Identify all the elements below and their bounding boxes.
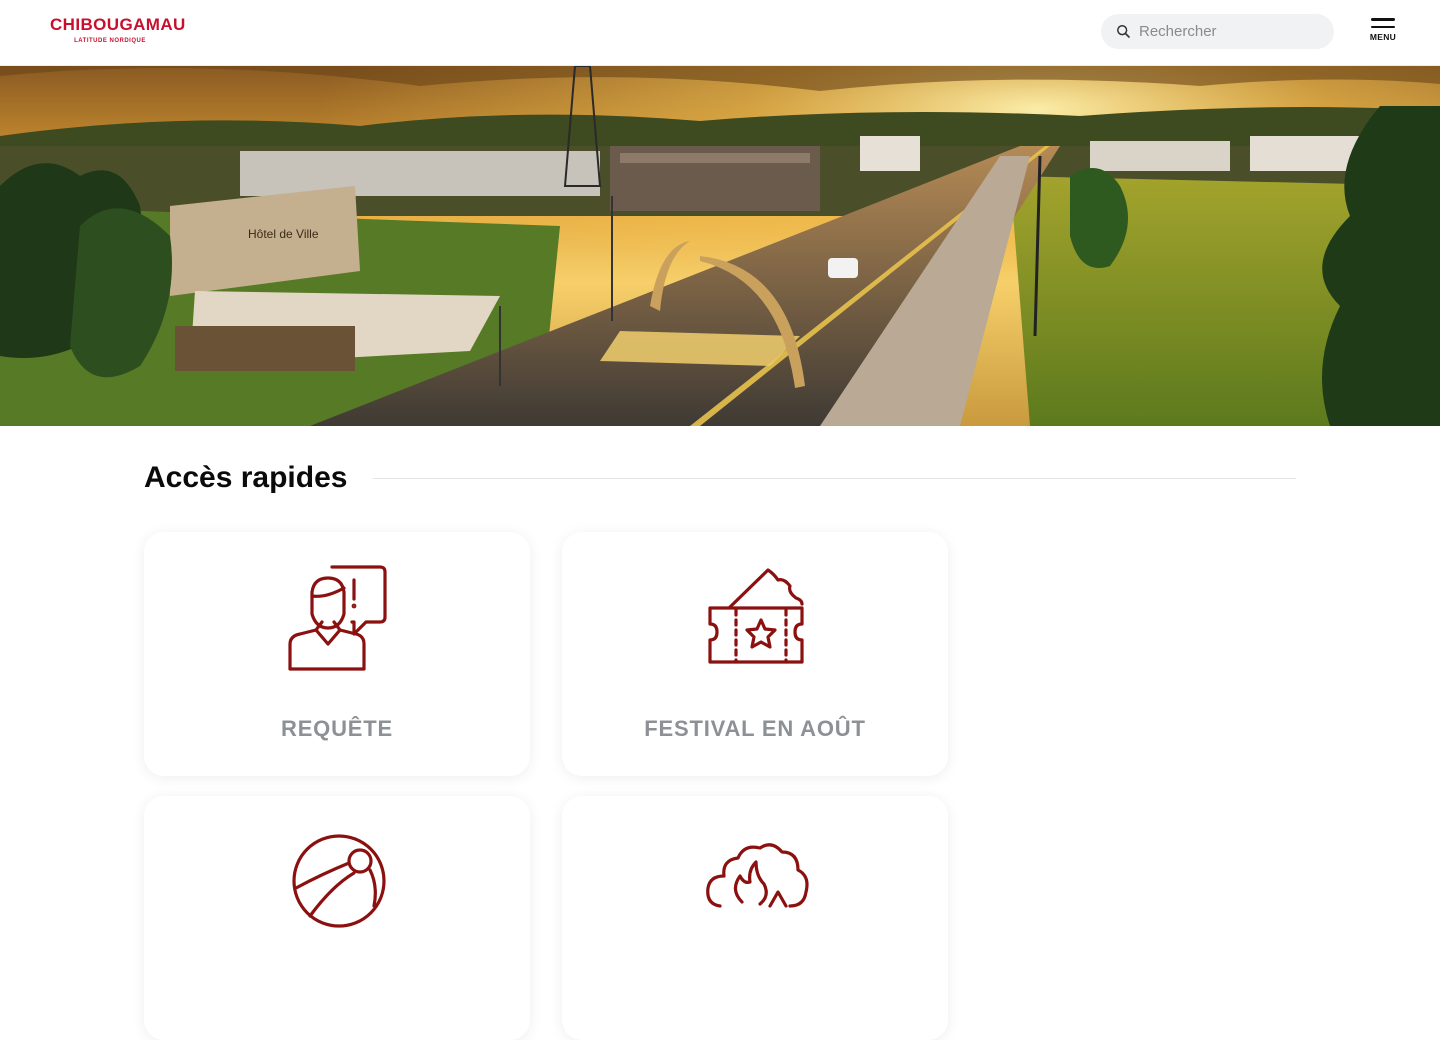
quick-access-card-fire[interactable] [562,796,948,1040]
site-logo[interactable]: CHIBOUGAMAU LATITUDE NORDIQUE [50,15,186,48]
beach-ball-icon [292,834,386,928]
section-divider [373,478,1296,479]
search-icon [1117,25,1130,38]
section-title-quick-access: Accès rapides [144,461,348,494]
town-hall-sign: Hôtel de Ville [248,227,319,241]
quick-access-card-beach[interactable] [144,796,530,1040]
fire-campfire-icon [706,843,809,908]
person-speech-exclamation-icon [288,565,387,671]
site-header: CHIBOUGAMAU LATITUDE NORDIQUE MENU [0,0,1440,66]
card-label: FESTIVAL EN AOÛT [644,716,866,741]
festival-ticket-icon [708,568,804,664]
menu-label: MENU [1369,32,1397,42]
hero-image: Hôtel de Ville [0,66,1440,426]
menu-button[interactable]: MENU [1366,18,1400,48]
logo-wordmark: CHIBOUGAMAU [50,15,186,34]
quick-access-card-festival[interactable]: FESTIVAL EN AOÛT [562,532,948,776]
quick-access-card-requete[interactable]: REQUÊTE [144,532,530,776]
search-box[interactable] [1101,14,1334,49]
card-label: REQUÊTE [281,716,393,741]
search-input[interactable] [1139,14,1324,49]
hamburger-icon [1371,18,1395,21]
hamburger-icon-bar [1371,25,1395,28]
hero-photo: Hôtel de Ville [0,66,1440,426]
logo-tagline: LATITUDE NORDIQUE [74,38,146,44]
